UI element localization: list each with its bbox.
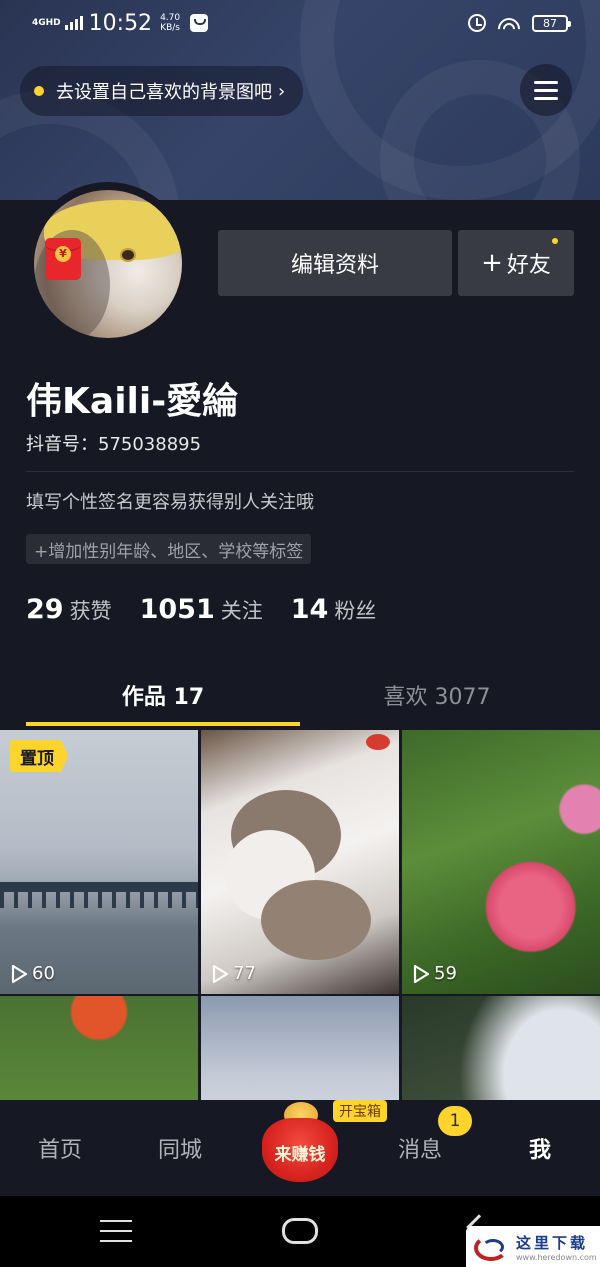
stat-followers-label: 粉丝 [334,599,377,623]
video-thumbnail[interactable]: 77 [201,730,399,994]
play-count-value: 60 [32,963,55,984]
video-thumbnail[interactable]: 59 [402,730,600,994]
messages-badge: 1 [438,1106,472,1136]
profile-stats: 29 获赞 1051 关注 14 粉丝 [26,594,376,625]
nickname: 伟Kaili-愛綸 [26,381,239,422]
wifi-icon [498,15,520,31]
play-count-value: 59 [434,963,457,984]
play-count: 60 [10,963,55,984]
play-icon [11,964,28,983]
stat-followers-value: 14 [290,594,329,625]
stat-likes[interactable]: 29 获赞 [26,594,112,625]
stat-followers[interactable]: 14 粉丝 [291,594,377,625]
add-friend-label: 好友 [506,253,551,278]
pinned-badge: 置顶 [10,740,68,772]
tab-works[interactable]: 作品 17 [26,668,300,722]
add-friend-button[interactable]: + 好友 [458,230,574,296]
stat-following-value: 1051 [139,594,215,625]
set-background-prompt[interactable]: 去设置自己喜欢的背景图吧 › [20,66,304,116]
watermark: 这里下载 www.heredown.com [466,1226,600,1267]
earn-money-button[interactable]: 来赚钱 [262,1102,338,1188]
nav-home[interactable]: 首页 [0,1100,120,1196]
menu-button[interactable] [520,64,572,116]
add-tags-button[interactable]: +增加性别年龄、地区、学校等标签 [26,534,312,564]
dot-icon [34,86,44,96]
notification-app-icon [190,14,209,32]
nav-city[interactable]: 同城 [120,1100,240,1196]
network-type: 4GHD [32,17,61,28]
video-grid: 置顶 60 77 59 [0,730,600,1260]
divider [26,471,574,472]
stat-following-label: 关注 [220,599,263,623]
set-background-text: 去设置自己喜欢的背景图吧 [56,82,272,103]
home-button[interactable] [282,1218,318,1244]
yuan-coin-icon: ¥ [55,246,71,262]
video-thumbnail[interactable]: 置顶 60 [0,730,198,994]
active-tab-indicator [26,722,300,726]
play-icon [413,964,430,983]
chevron-right-icon: › [278,80,286,102]
stat-likes-value: 29 [26,594,64,625]
content-tabs: 作品 17 喜欢 3077 [0,668,600,726]
douyin-id: 抖音号：575038895 [26,434,202,455]
battery-icon: 87 [532,14,571,32]
plus-icon: + [481,248,503,278]
status-bar: 4GHD 10:52 4.70 KB/s 87 [0,0,600,46]
watermark-title: 这里下载 [516,1233,589,1252]
nav-me[interactable]: 我 [480,1100,600,1196]
tab-likes[interactable]: 喜欢 3077 [300,668,574,722]
signature-prompt[interactable]: 填写个性签名更容易获得别人关注哦 [26,488,314,514]
play-count: 59 [412,963,457,984]
treasure-box-badge[interactable]: 开宝箱 [333,1100,387,1122]
stat-following[interactable]: 1051 关注 [140,594,263,625]
play-icon [212,964,229,983]
alarm-icon [468,14,486,32]
edit-profile-button[interactable]: 编辑资料 [218,230,452,296]
play-count: 77 [211,963,256,984]
watermark-logo-icon [472,1231,512,1263]
watermark-url: www.heredown.com [516,1252,597,1262]
stat-likes-label: 获赞 [69,599,112,623]
red-packet-icon[interactable]: ¥ [45,238,81,280]
clock: 10:52 [88,10,153,36]
signal-icon [64,16,83,30]
notification-dot [552,238,558,244]
hamburger-icon [534,80,558,84]
network-speed: 4.70 KB/s [160,13,181,33]
earn-money-label: 来赚钱 [274,1145,326,1165]
recent-apps-button[interactable] [100,1220,132,1242]
play-count-value: 77 [233,963,256,984]
